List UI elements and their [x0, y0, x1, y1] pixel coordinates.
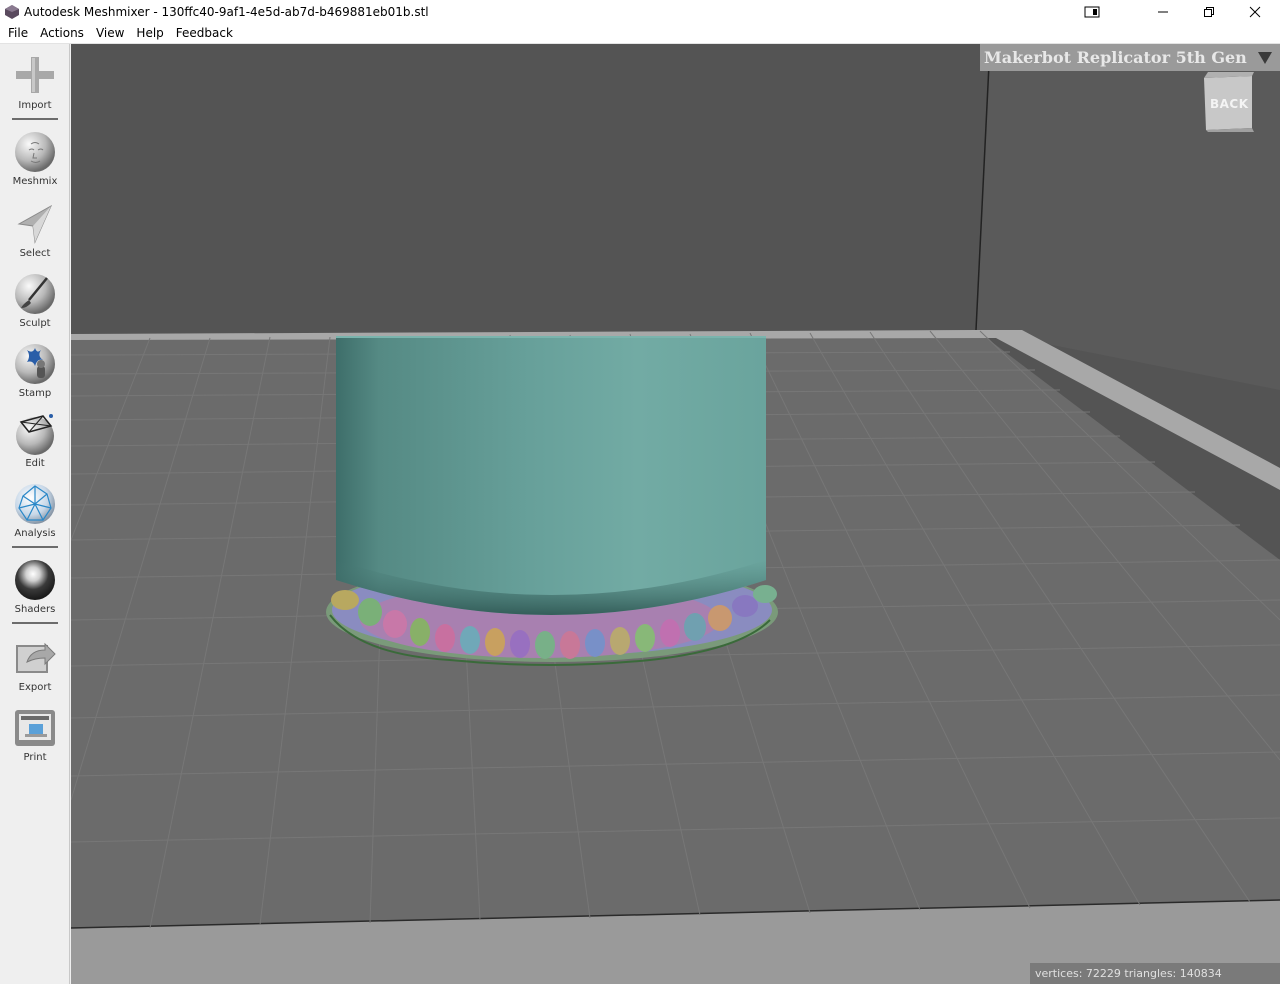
snap-layout-button[interactable] [1069, 0, 1115, 23]
tool-edit[interactable]: Edit [0, 412, 70, 469]
tool-label: Shaders [14, 604, 56, 615]
mesh-sphere-icon [15, 484, 55, 524]
toolbar-divider [12, 118, 58, 120]
tool-sidebar: Import Meshmix Select Sculpt Stamp Edit … [0, 44, 70, 984]
tool-label: Meshmix [12, 176, 58, 187]
minimize-button[interactable] [1140, 0, 1186, 23]
printer-icon [15, 710, 55, 746]
tool-shaders[interactable]: Shaders [0, 558, 70, 615]
menu-bar: File Actions View Help Feedback [0, 23, 1280, 44]
printer-select-value: Makerbot Replicator 5th Gen [984, 48, 1247, 67]
meshmixer-logo-icon [5, 4, 19, 19]
tool-label: Edit [25, 458, 45, 469]
tool-label: Export [18, 682, 52, 693]
tool-label: Stamp [18, 388, 52, 399]
toolbar-divider [12, 622, 58, 624]
tool-stamp[interactable]: Stamp [0, 342, 70, 399]
mesh-stats: vertices: 72229 triangles: 140834 [1030, 963, 1280, 984]
menu-feedback[interactable]: Feedback [170, 23, 239, 44]
dropdown-triangle-icon [1258, 52, 1272, 64]
tool-sculpt[interactable]: Sculpt [0, 272, 70, 329]
title-bar: Autodesk Meshmixer - 130ffc40-9af1-4e5d-… [0, 0, 1280, 23]
minimize-icon [1158, 11, 1168, 12]
edit-sphere-icon [16, 414, 54, 455]
export-icon [16, 642, 56, 673]
tool-label: Import [18, 100, 52, 111]
tool-export[interactable]: Export [0, 636, 70, 693]
tool-print[interactable]: Print [0, 706, 70, 763]
close-icon [1249, 6, 1261, 17]
view-cube[interactable]: BACK [1200, 70, 1256, 132]
tool-analysis[interactable]: Analysis [0, 482, 70, 539]
tool-label: Print [23, 752, 47, 763]
menu-help[interactable]: Help [130, 23, 169, 44]
view-cube-face-label: BACK [1210, 97, 1249, 111]
tool-import[interactable]: Import [0, 54, 70, 111]
face-sphere-icon [15, 132, 55, 172]
tool-label: Sculpt [19, 318, 51, 329]
menu-view[interactable]: View [90, 23, 130, 44]
menu-actions[interactable]: Actions [34, 23, 90, 44]
menu-file[interactable]: File [2, 23, 34, 44]
brush-sphere-icon [15, 274, 55, 314]
window-layout-icon [1084, 6, 1100, 17]
tool-select[interactable]: Select [0, 202, 70, 259]
chrome-sphere-icon [15, 560, 55, 600]
mesh-model[interactable] [336, 336, 766, 615]
arrow-cursor-icon [17, 204, 53, 244]
printer-select[interactable]: Makerbot Replicator 5th Gen [980, 44, 1280, 71]
plus-icon [16, 57, 54, 93]
tool-meshmix[interactable]: Meshmix [0, 130, 70, 187]
tool-label: Analysis [14, 528, 56, 539]
scene [71, 44, 1280, 984]
window-title: Autodesk Meshmixer - 130ffc40-9af1-4e5d-… [24, 4, 429, 19]
close-button[interactable] [1232, 0, 1278, 23]
stamp-sphere-icon [15, 344, 55, 384]
restore-button[interactable] [1186, 0, 1232, 23]
restore-icon [1204, 6, 1214, 17]
tool-label: Select [19, 248, 51, 259]
3d-viewport[interactable] [71, 44, 1280, 984]
toolbar-divider [12, 546, 58, 548]
